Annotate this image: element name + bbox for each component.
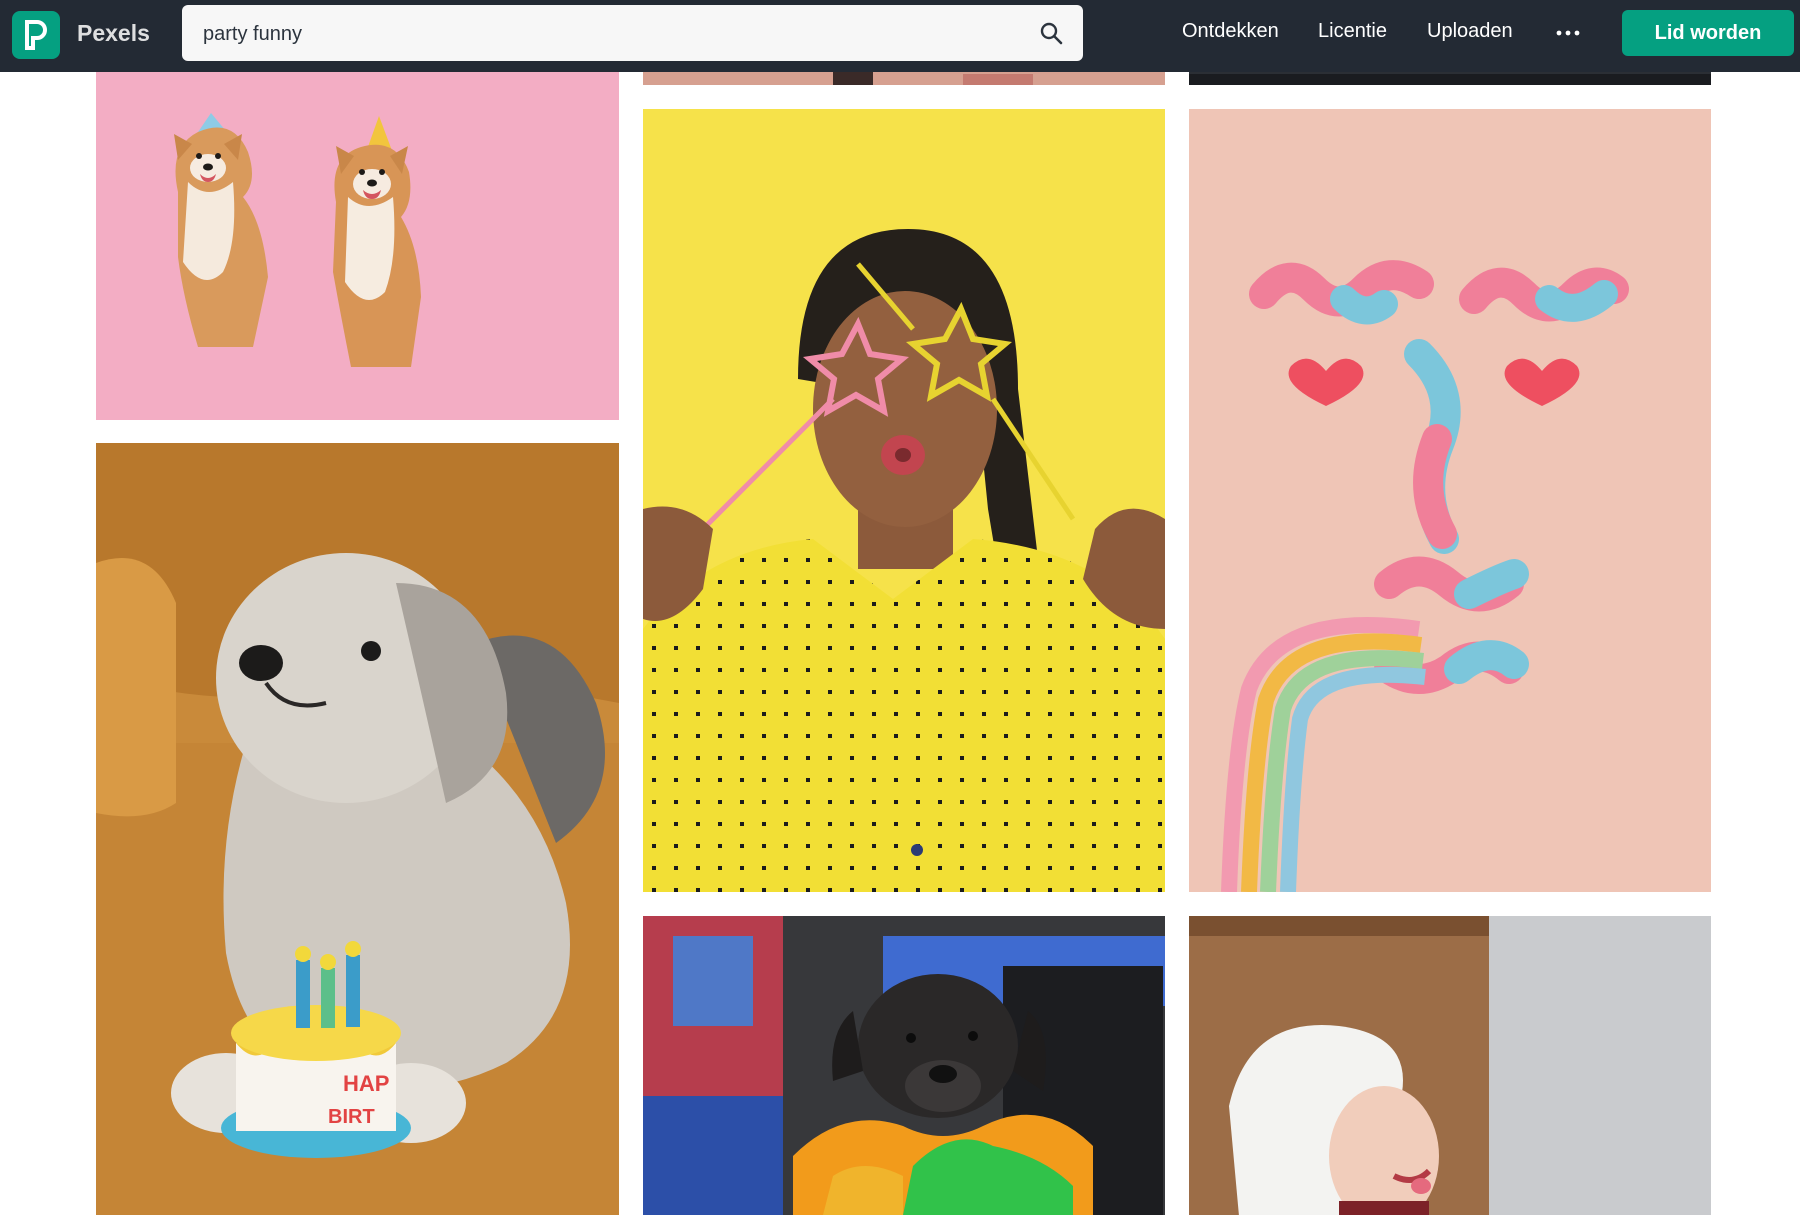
join-button[interactable]: Lid worden — [1622, 10, 1794, 56]
brand-name[interactable]: Pexels — [77, 20, 150, 47]
top-navigation-bar: Pexels party funny Ontdekken Licentie Up… — [0, 0, 1800, 72]
cake-text-birt: BIRT — [328, 1106, 375, 1128]
nav-uploaden[interactable]: Uploaden — [1427, 20, 1513, 43]
photo-dog-feather-boa[interactable] — [643, 916, 1165, 1215]
photo-woman-yellow-shirt[interactable] — [643, 109, 1165, 892]
search-icon[interactable] — [1039, 21, 1063, 45]
cake-text-hap: HAP — [343, 1071, 389, 1096]
photo-woman-towel[interactable] — [1189, 916, 1711, 1215]
nav-licentie[interactable]: Licentie — [1318, 20, 1387, 43]
photo-shiba-dogs[interactable] — [96, 72, 619, 420]
search-input[interactable]: party funny — [203, 23, 302, 46]
pexels-logo-icon[interactable] — [12, 11, 60, 59]
search-bar[interactable]: party funny — [182, 5, 1083, 61]
photo-terrier-birthday-cake[interactable]: HAP BIRT — [96, 443, 619, 1215]
nav-ontdekken[interactable]: Ontdekken — [1182, 20, 1279, 43]
photo-gummy-candy-face[interactable] — [1189, 109, 1711, 892]
more-icon[interactable] — [1556, 29, 1580, 37]
